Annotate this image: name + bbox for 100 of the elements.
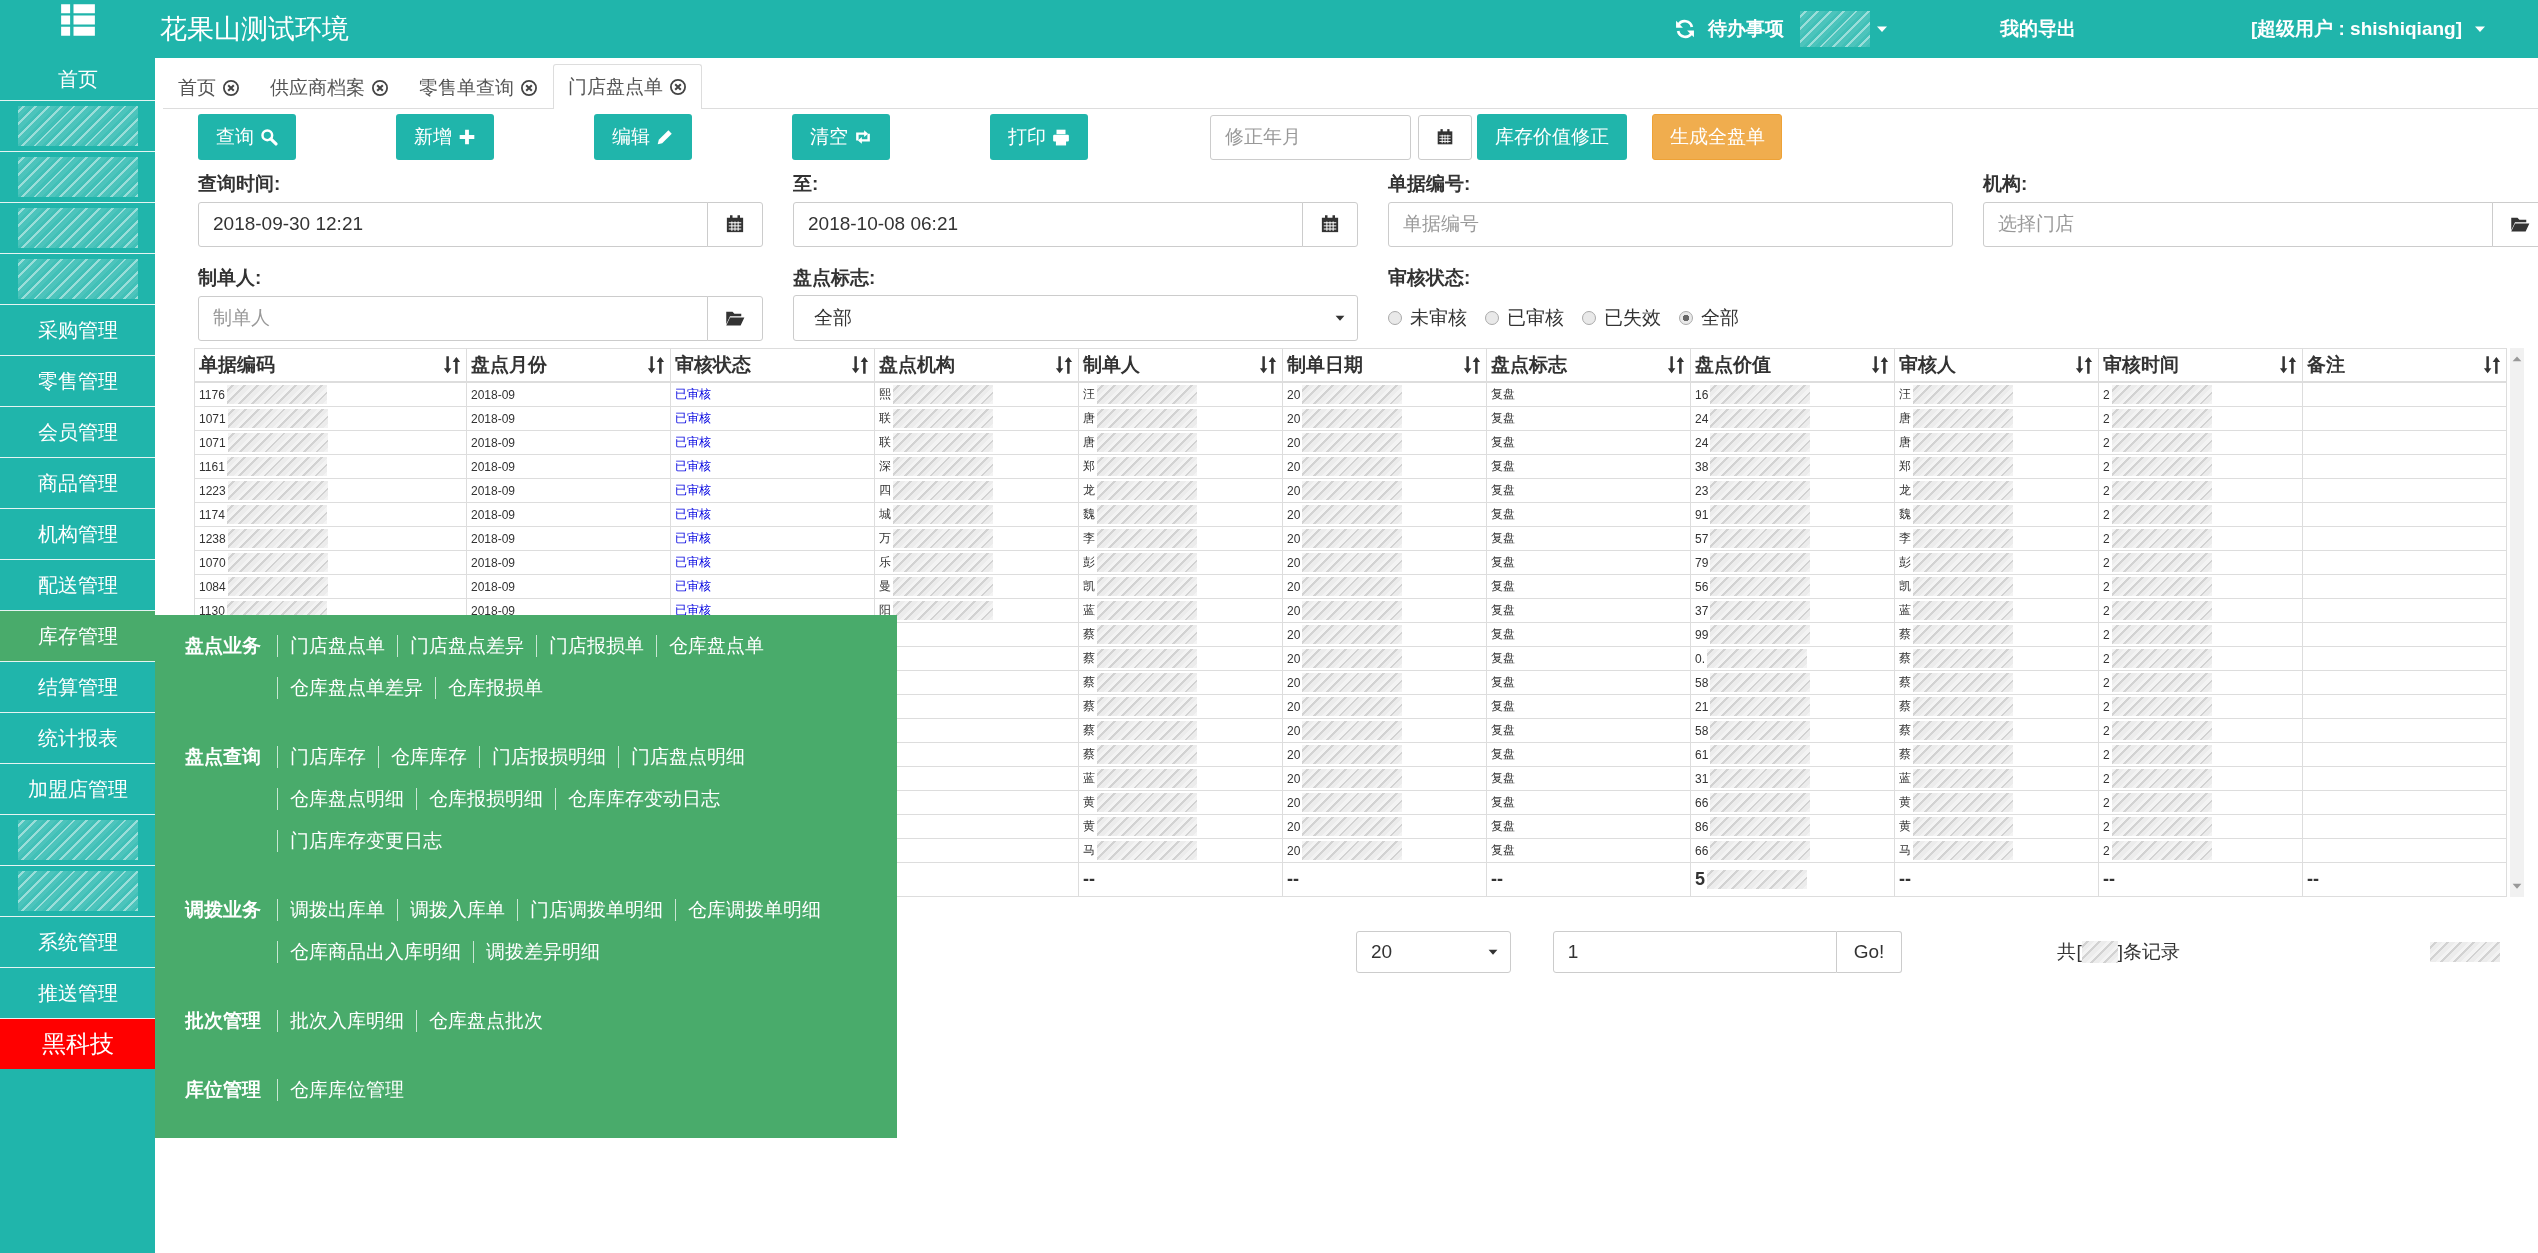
menu-link[interactable]: 仓库盘点批次 <box>416 1010 555 1032</box>
sidebar-item[interactable]: 会员管理 <box>0 407 155 458</box>
menu-link[interactable]: 仓库盘点明细 <box>277 788 416 810</box>
menu-link[interactable]: 仓库库存 <box>378 746 479 768</box>
close-icon[interactable] <box>669 78 687 96</box>
menu-link[interactable]: 批次入库明细 <box>277 1010 416 1032</box>
go-button[interactable]: Go! <box>1836 931 1903 973</box>
menu-link[interactable]: 仓库盘点单差异 <box>277 677 435 699</box>
menu-link[interactable]: 仓库报损明细 <box>416 788 555 810</box>
calendar-button[interactable] <box>707 201 763 247</box>
column-header[interactable]: 审核时间 <box>2098 348 2303 382</box>
menu-link[interactable]: 仓库盘点单 <box>656 635 776 657</box>
column-header[interactable]: 备注 <box>2302 348 2507 382</box>
menu-link[interactable]: 门店报损单 <box>536 635 656 657</box>
sidebar-item[interactable]: 零售管理 <box>0 356 155 407</box>
page-size-select[interactable]: 20 <box>1356 931 1511 973</box>
export-link[interactable]: 我的导出 <box>1999 16 2076 42</box>
sidebar-item[interactable]: 库存管理 <box>0 611 155 662</box>
close-icon[interactable] <box>222 78 240 97</box>
radio-option[interactable]: 已审核 <box>1485 305 1564 331</box>
input-field[interactable]: 选择门店 <box>1983 201 2493 247</box>
month-field[interactable]: 修正年月 <box>1210 114 1411 160</box>
menu-link[interactable]: 调拨出库单 <box>277 899 397 921</box>
table-cell: 乐 <box>879 554 891 571</box>
sort-icon[interactable] <box>2278 355 2298 375</box>
toolbar-button[interactable]: 清空 <box>792 114 890 160</box>
menu-link[interactable]: 门店报损明细 <box>479 746 618 768</box>
close-icon[interactable] <box>520 78 538 97</box>
sort-icon[interactable] <box>1870 355 1890 375</box>
menu-link[interactable]: 门店调拨单明细 <box>517 899 675 921</box>
radio-option[interactable]: 全部 <box>1679 305 1739 331</box>
column-header[interactable]: 审核状态 <box>670 348 875 382</box>
radio-option[interactable]: 未审核 <box>1388 305 1467 331</box>
menu-link[interactable]: 仓库库位管理 <box>277 1079 416 1101</box>
table-cell: 66 <box>1695 795 1709 810</box>
menu-link[interactable]: 仓库调拨单明细 <box>675 899 833 921</box>
toolbar-button[interactable]: 打印 <box>990 114 1088 160</box>
column-header[interactable]: 盘点标志 <box>1486 348 1691 382</box>
column-header[interactable]: 制单人 <box>1078 348 1283 382</box>
folder-button[interactable] <box>707 295 763 341</box>
tab[interactable]: 零售单查询 <box>404 65 553 109</box>
user-menu[interactable]: [超级用户 : shishiqiang] <box>2250 16 2462 42</box>
action-button[interactable]: 库存价值修正 <box>1477 114 1627 160</box>
menu-link[interactable]: 门店库存 <box>277 746 378 768</box>
input-field[interactable]: 2018-09-30 12:21 <box>198 201 708 247</box>
scrollbar[interactable] <box>2510 348 2524 897</box>
radio-button[interactable] <box>1485 311 1499 325</box>
sort-icon[interactable] <box>1666 355 1686 375</box>
column-header[interactable]: 单据编码 <box>194 348 467 382</box>
menu-link[interactable]: 门店盘点明细 <box>618 746 757 768</box>
folder-button[interactable] <box>2492 201 2538 247</box>
sort-icon[interactable] <box>2482 355 2502 375</box>
sort-icon[interactable] <box>2074 355 2094 375</box>
input-field[interactable]: 制单人 <box>198 295 708 341</box>
sidebar-item[interactable]: 采购管理 <box>0 305 155 356</box>
toolbar-button[interactable]: 查询 <box>198 114 296 160</box>
sort-icon[interactable] <box>1462 355 1482 375</box>
column-header[interactable]: 盘点价值 <box>1690 348 1895 382</box>
menu-link[interactable]: 仓库报损单 <box>435 677 555 699</box>
todo-link[interactable]: 待办事项 <box>1707 16 1784 42</box>
page-input[interactable]: 1 <box>1552 931 1837 973</box>
input-field[interactable]: 单据编号 <box>1388 201 1953 247</box>
column-header[interactable]: 审核人 <box>1894 348 2099 382</box>
menu-link[interactable]: 门店盘点单 <box>277 635 397 657</box>
tab[interactable]: 供应商档案 <box>255 65 404 109</box>
radio-option[interactable]: 已失效 <box>1582 305 1661 331</box>
sidebar-item[interactable]: 黑科技 <box>0 1019 155 1069</box>
select-field[interactable]: 全部 <box>793 295 1358 341</box>
radio-button[interactable] <box>1388 311 1402 325</box>
toolbar-button[interactable]: 新增 <box>396 114 494 160</box>
sidebar-item[interactable]: 机构管理 <box>0 509 155 560</box>
menu-link[interactable]: 门店盘点差异 <box>397 635 536 657</box>
radio-button[interactable] <box>1582 311 1596 325</box>
menu-link[interactable]: 仓库库存变动日志 <box>555 788 732 810</box>
menu-link[interactable]: 调拨入库单 <box>397 899 517 921</box>
calendar-button[interactable] <box>1418 114 1472 160</box>
sort-icon[interactable] <box>442 355 462 375</box>
column-header[interactable]: 制单日期 <box>1282 348 1487 382</box>
sort-icon[interactable] <box>646 355 666 375</box>
sort-icon[interactable] <box>850 355 870 375</box>
toolbar-button[interactable]: 编辑 <box>594 114 692 160</box>
close-icon[interactable] <box>371 78 389 97</box>
radio-button[interactable] <box>1679 311 1693 325</box>
sort-icon[interactable] <box>1054 355 1074 375</box>
refresh-icon[interactable] <box>1673 18 1696 40</box>
input-field[interactable]: 2018-10-08 06:21 <box>793 201 1303 247</box>
menu-icon[interactable] <box>59 2 96 38</box>
column-header[interactable]: 盘点月份 <box>466 348 671 382</box>
column-header[interactable]: 盘点机构 <box>874 348 1079 382</box>
menu-link[interactable]: 仓库商品出入库明细 <box>277 941 473 963</box>
sidebar-item[interactable]: 商品管理 <box>0 458 155 509</box>
table-cell: 复盘 <box>1491 698 1515 715</box>
menu-link[interactable]: 门店库存变更日志 <box>277 830 454 852</box>
tab[interactable]: 门店盘点单 <box>553 64 702 109</box>
calendar-button[interactable] <box>1302 201 1358 247</box>
menu-link[interactable]: 调拨差异明细 <box>473 941 612 963</box>
sort-icon[interactable] <box>1258 355 1278 375</box>
tab[interactable]: 首页 <box>163 65 255 109</box>
sidebar-item[interactable]: 首页 <box>0 58 155 101</box>
action-button[interactable]: 生成全盘单 <box>1652 114 1782 160</box>
